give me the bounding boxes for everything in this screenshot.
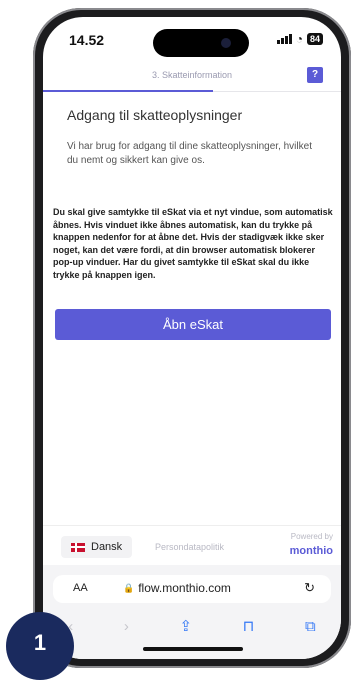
url-display[interactable]: 🔒 flow.monthio.com xyxy=(123,581,231,595)
address-bar[interactable]: AA 🔒 flow.monthio.com ↻ xyxy=(53,575,331,603)
phone-frame: 14.52 ◔ 84 3. Skatteinformation ? Adgang… xyxy=(33,8,351,668)
page-footer: Dansk Persondatapolitik Powered by month… xyxy=(43,525,341,566)
powered-by: Powered by monthio xyxy=(290,532,333,559)
system-icons: ◔ 84 xyxy=(276,32,323,46)
instructions-text: Du skal give samtykke til eSkat via et n… xyxy=(53,207,333,280)
status-time: 14.52 xyxy=(69,32,105,48)
brand-logo: monthio xyxy=(289,545,333,557)
url-text: flow.monthio.com xyxy=(138,581,231,595)
phone-screen: 14.52 ◔ 84 3. Skatteinformation ? Adgang… xyxy=(43,17,341,659)
tabs-icon[interactable]: ⧉ xyxy=(305,618,316,635)
page-title: Adgang til skatteoplysninger xyxy=(67,107,243,123)
forward-icon[interactable]: › xyxy=(124,618,129,635)
wifi-icon: ◔ xyxy=(295,32,303,46)
camera-icon xyxy=(221,38,231,48)
intro-text: Vi har brug for adgang til dine skatteop… xyxy=(67,141,312,166)
cellular-signal-icon xyxy=(276,34,292,44)
open-eskat-button[interactable]: Åbn eSkat xyxy=(55,309,331,340)
language-selector[interactable]: Dansk xyxy=(61,536,133,558)
powered-by-label: Powered by xyxy=(290,532,333,541)
dynamic-island xyxy=(153,29,249,57)
danish-flag-icon xyxy=(71,542,85,552)
share-icon[interactable]: ⇪ xyxy=(179,617,192,635)
language-label: Dansk xyxy=(91,541,123,553)
browser-toolbar: ‹ › ⇪ ⊓ ⧉ xyxy=(43,611,341,641)
lock-icon: 🔒 xyxy=(123,582,135,593)
bookmarks-icon[interactable]: ⊓ xyxy=(243,617,255,635)
home-indicator xyxy=(143,647,243,651)
status-bar: 14.52 ◔ 84 xyxy=(43,17,341,61)
step-header: 3. Skatteinformation ? xyxy=(43,61,341,92)
battery-icon: 84 xyxy=(306,33,323,45)
reload-icon[interactable]: ↻ xyxy=(304,580,315,596)
progress-bar xyxy=(43,90,213,92)
reader-settings-button[interactable]: AA xyxy=(73,582,88,594)
help-button[interactable]: ? xyxy=(307,67,323,83)
step-number-badge: 1 xyxy=(6,612,74,680)
privacy-policy-link[interactable]: Persondatapolitik xyxy=(155,542,224,552)
browser-chrome: AA 🔒 flow.monthio.com ↻ ‹ › ⇪ ⊓ ⧉ xyxy=(43,565,341,659)
step-title: 3. Skatteinformation xyxy=(151,70,233,80)
